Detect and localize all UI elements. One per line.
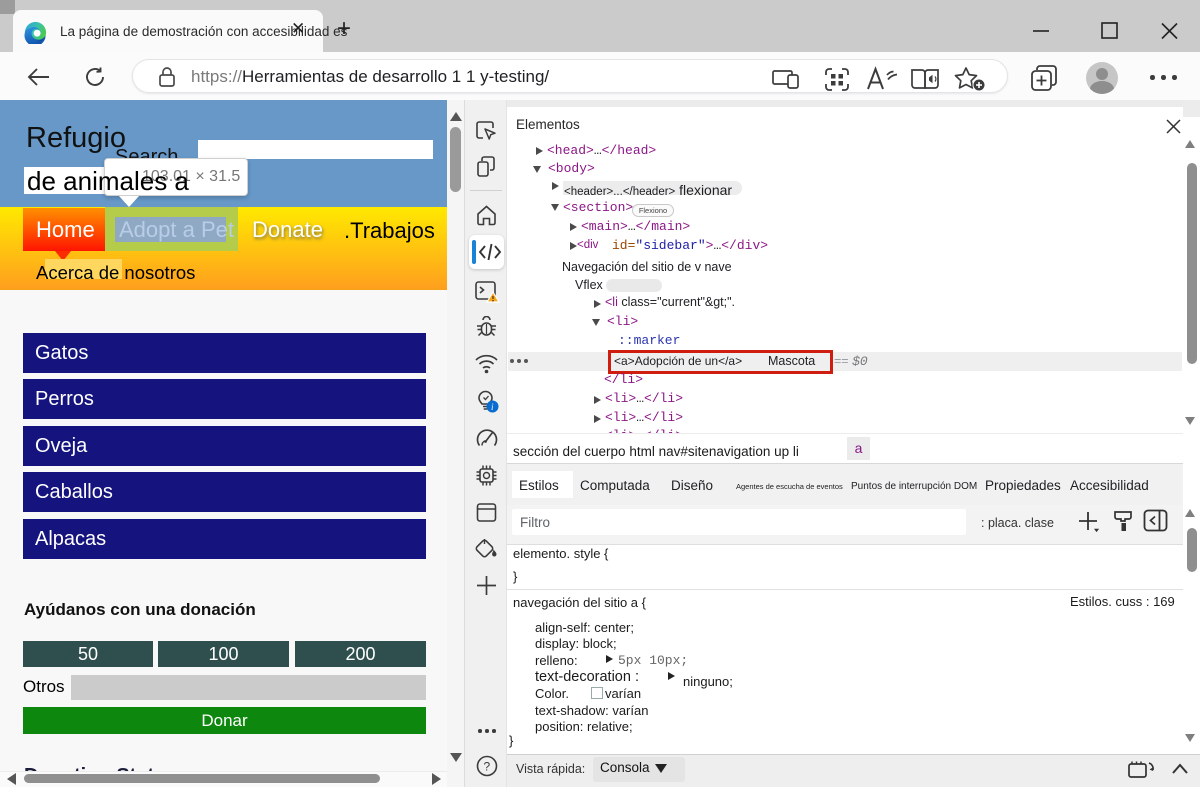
svg-text:?: ?	[484, 760, 491, 774]
